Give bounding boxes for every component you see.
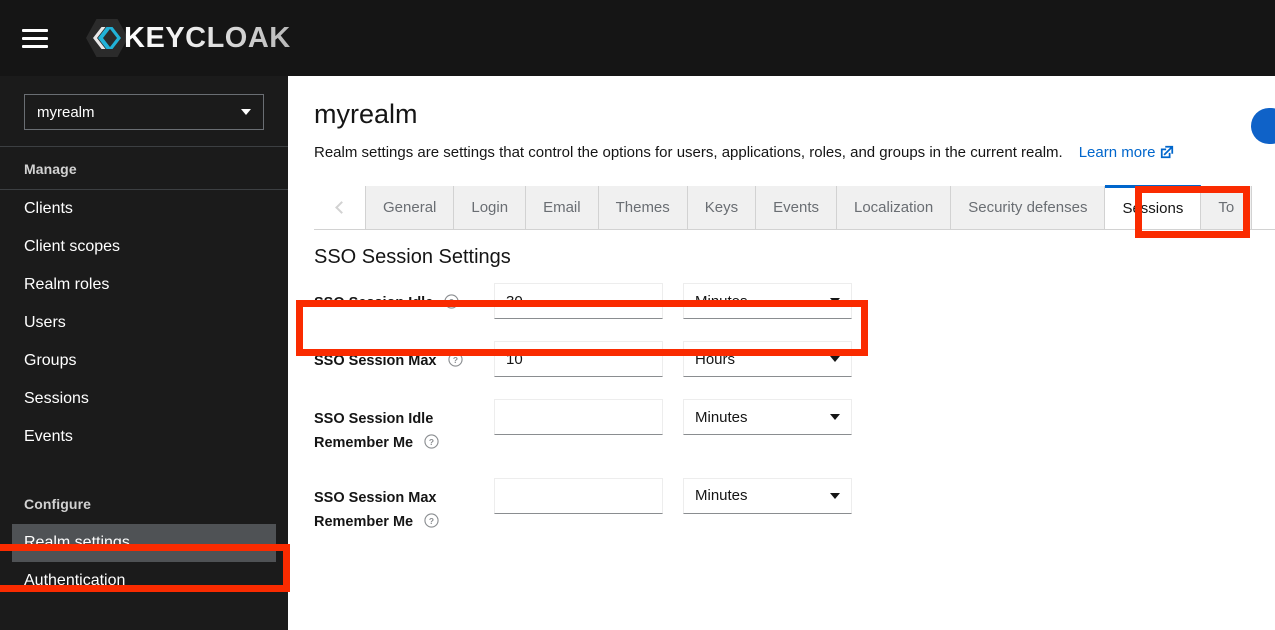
chevron-down-icon bbox=[830, 414, 840, 420]
tab-bar: General Login Email Themes Keys Events L… bbox=[314, 185, 1275, 230]
page-description: Realm settings are settings that control… bbox=[314, 143, 1063, 161]
select-sso-session-idle-unit[interactable]: Minutes bbox=[683, 283, 852, 319]
tab-email[interactable]: Email bbox=[526, 186, 599, 229]
label-text: SSO Session Idle Remember Me bbox=[314, 411, 434, 451]
select-value: Minutes bbox=[695, 408, 748, 426]
svg-text:?: ? bbox=[429, 437, 434, 447]
select-sso-session-max-remember-me-unit[interactable]: Minutes bbox=[683, 477, 852, 514]
hamburger-menu-icon[interactable] bbox=[12, 15, 58, 61]
sidebar-item-events[interactable]: Events bbox=[0, 418, 288, 456]
tab-security-defenses[interactable]: Security defenses bbox=[951, 186, 1106, 229]
chevron-down-icon bbox=[241, 109, 251, 115]
realm-selector-wrapper: myrealm bbox=[0, 76, 288, 146]
sidebar-item-client-scopes[interactable]: Client scopes bbox=[0, 228, 288, 266]
form-row-sso-session-idle-remember-me: SSO Session Idle Remember Me ? Minutes bbox=[314, 399, 1244, 456]
sidebar-item-users[interactable]: Users bbox=[0, 304, 288, 342]
sidebar-item-sessions[interactable]: Sessions bbox=[0, 380, 288, 418]
learn-more-label: Learn more bbox=[1078, 143, 1156, 161]
input-sso-session-idle[interactable] bbox=[494, 283, 663, 319]
masthead: KEYCLOAK bbox=[0, 0, 1275, 76]
page-header: myrealm Realm settings are settings that… bbox=[288, 76, 1275, 161]
hamburger-bar bbox=[22, 36, 48, 40]
input-sso-session-idle-remember-me[interactable] bbox=[494, 399, 663, 435]
page-title: myrealm bbox=[314, 99, 418, 129]
select-value: Hours bbox=[695, 350, 736, 368]
help-circle-icon[interactable]: ? bbox=[424, 434, 439, 449]
form-row-sso-session-max: SSO Session Max ? Hours bbox=[314, 341, 1244, 377]
floating-action-button[interactable] bbox=[1251, 108, 1275, 144]
label-sso-session-idle-remember-me: SSO Session Idle Remember Me ? bbox=[314, 399, 494, 456]
svg-text:?: ? bbox=[452, 355, 457, 365]
sso-session-settings-form: SSO Session Idle ? Minutes SSO Session M… bbox=[314, 283, 1244, 557]
label-text: SSO Session Max bbox=[314, 353, 437, 369]
tab-scroll-left-button[interactable] bbox=[314, 186, 366, 229]
label-sso-session-max-remember-me: SSO Session Max Remember Me ? bbox=[314, 478, 494, 535]
realm-selector[interactable]: myrealm bbox=[24, 94, 264, 130]
sidebar-item-groups[interactable]: Groups bbox=[0, 342, 288, 380]
tab-themes[interactable]: Themes bbox=[598, 186, 688, 229]
label-text: SSO Session Idle bbox=[314, 295, 434, 311]
chevron-down-icon bbox=[830, 298, 840, 304]
help-circle-icon[interactable]: ? bbox=[444, 294, 459, 309]
help-circle-icon[interactable]: ? bbox=[424, 513, 439, 528]
tab-tokens[interactable]: To bbox=[1201, 186, 1253, 229]
external-link-icon bbox=[1160, 145, 1174, 159]
svg-text:?: ? bbox=[449, 297, 454, 307]
tab-login[interactable]: Login bbox=[454, 186, 527, 229]
hamburger-bar bbox=[22, 44, 48, 48]
sidebar-section-title-manage: Manage bbox=[24, 161, 77, 177]
chevron-down-icon bbox=[830, 356, 840, 362]
page-description-row: Realm settings are settings that control… bbox=[314, 144, 1249, 161]
tab-events[interactable]: Events bbox=[756, 186, 837, 229]
tab-localization[interactable]: Localization bbox=[837, 186, 952, 229]
realm-selector-value: myrealm bbox=[37, 103, 95, 121]
keycloak-logo-icon bbox=[86, 18, 128, 58]
main-content: myrealm Realm settings are settings that… bbox=[288, 76, 1275, 630]
sidebar-item-authentication[interactable]: Authentication bbox=[0, 562, 288, 600]
tab-general[interactable]: General bbox=[366, 186, 455, 229]
chevron-left-icon bbox=[334, 201, 348, 214]
label-text: SSO Session Max Remember Me bbox=[314, 489, 437, 530]
input-sso-session-max-remember-me[interactable] bbox=[494, 477, 663, 514]
select-sso-session-max-unit[interactable]: Hours bbox=[683, 341, 852, 377]
sidebar-item-realm-settings[interactable]: Realm settings bbox=[12, 524, 276, 562]
form-row-sso-session-max-remember-me: SSO Session Max Remember Me ? Minutes bbox=[314, 477, 1244, 535]
label-sso-session-idle: SSO Session Idle ? bbox=[314, 283, 494, 316]
svg-text:?: ? bbox=[429, 516, 434, 526]
select-sso-session-idle-remember-me-unit[interactable]: Minutes bbox=[683, 399, 852, 435]
sidebar: myrealm Manage Clients Client scopes Rea… bbox=[0, 76, 288, 630]
sidebar-item-clients[interactable]: Clients bbox=[0, 190, 288, 228]
learn-more-link[interactable]: Learn more bbox=[1079, 144, 1175, 161]
tab-keys[interactable]: Keys bbox=[687, 186, 757, 229]
select-value: Minutes bbox=[695, 487, 748, 505]
section-title-sso-session-settings: SSO Session Settings bbox=[314, 246, 511, 268]
chevron-down-icon bbox=[830, 492, 840, 499]
select-value: Minutes bbox=[695, 292, 748, 310]
help-circle-icon[interactable]: ? bbox=[447, 352, 463, 367]
brand-name: KEYCLOAK bbox=[124, 21, 291, 54]
input-sso-session-max[interactable] bbox=[494, 341, 663, 377]
sidebar-section-title-configure: Configure bbox=[24, 496, 92, 512]
sidebar-item-realm-roles[interactable]: Realm roles bbox=[0, 266, 288, 304]
tab-sessions[interactable]: Sessions bbox=[1105, 185, 1202, 229]
brand-logo-link[interactable]: KEYCLOAK bbox=[86, 18, 291, 58]
hamburger-bar bbox=[22, 28, 48, 32]
form-row-sso-session-idle: SSO Session Idle ? Minutes bbox=[314, 283, 1244, 319]
label-sso-session-max: SSO Session Max ? bbox=[314, 341, 494, 374]
